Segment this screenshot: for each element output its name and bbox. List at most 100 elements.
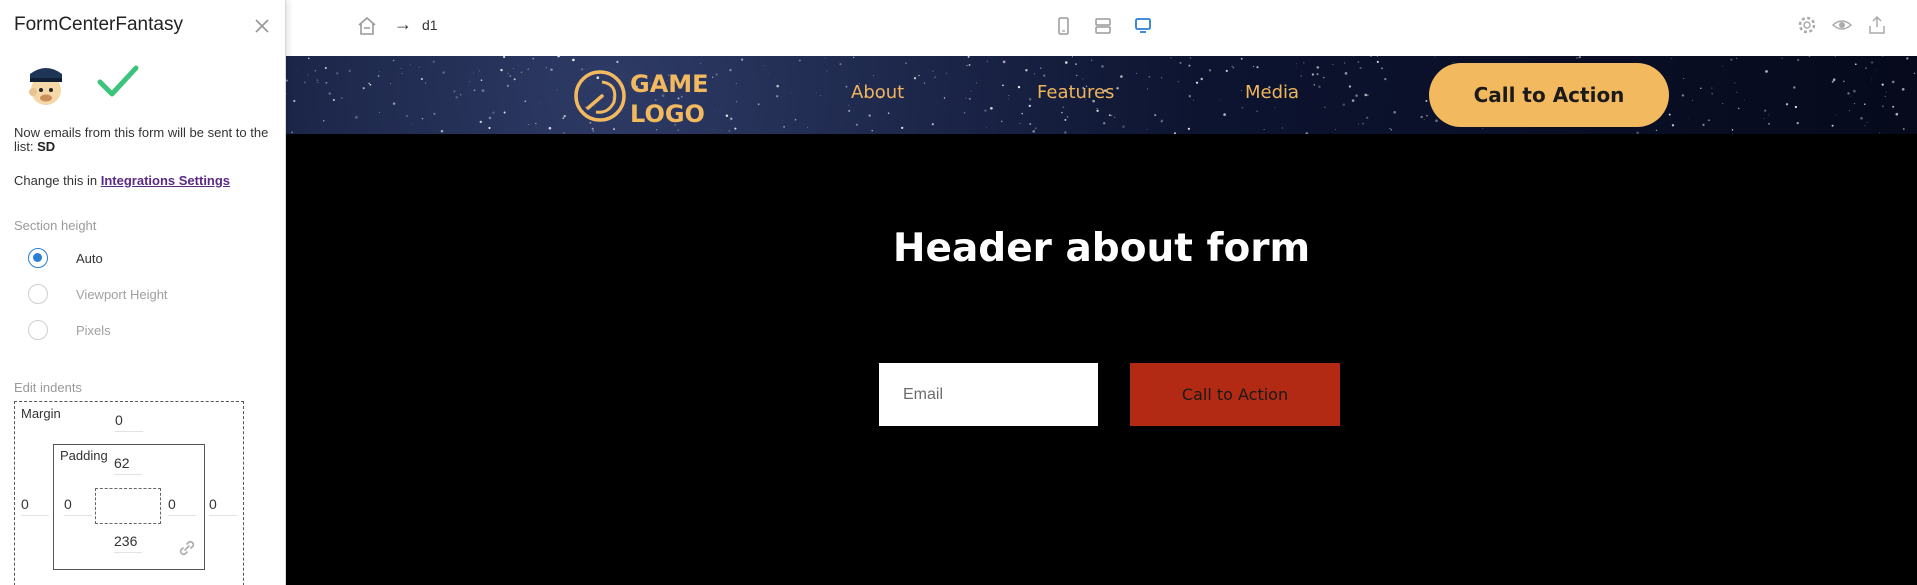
star: [500, 68, 503, 72]
star: [1240, 57, 1243, 60]
star: [1355, 94, 1358, 97]
margin-left-field[interactable]: 0: [21, 496, 49, 516]
padding-right-field[interactable]: 0: [168, 496, 196, 516]
nav-features[interactable]: Features: [1037, 82, 1114, 103]
star: [1671, 58, 1673, 59]
star: [736, 101, 738, 103]
phone-icon[interactable]: [1052, 15, 1074, 37]
change-integration-text: Change this in Integrations Settings: [14, 173, 230, 188]
game-logo[interactable]: GAME LOGO: [572, 62, 722, 128]
star: [1324, 106, 1326, 108]
star: [1300, 75, 1302, 77]
radio-button[interactable]: [28, 320, 48, 340]
star: [592, 130, 594, 132]
radio-pixels[interactable]: Pixels: [28, 318, 111, 342]
star: [506, 84, 510, 88]
star: [1332, 63, 1334, 65]
star: [1343, 62, 1346, 64]
star: [1808, 56, 1811, 57]
star: [286, 93, 287, 95]
publish-icon[interactable]: [1866, 14, 1888, 36]
star: [1831, 80, 1834, 83]
star: [1002, 60, 1006, 64]
radio-button[interactable]: [28, 248, 48, 268]
star: [418, 66, 420, 68]
star: [1219, 99, 1220, 101]
star: [1362, 123, 1364, 125]
star: [1335, 128, 1336, 130]
star: [1875, 69, 1877, 71]
star: [1860, 116, 1863, 120]
star: [1034, 73, 1036, 75]
star: [1730, 58, 1733, 61]
star: [815, 92, 817, 94]
close-icon[interactable]: [252, 16, 272, 36]
star: [1731, 129, 1734, 131]
star: [968, 64, 971, 66]
star: [379, 71, 380, 73]
radio-auto[interactable]: Auto: [28, 246, 103, 270]
home-icon[interactable]: [356, 15, 378, 37]
radio-button[interactable]: [28, 284, 48, 304]
form-section: Header about form Call to Action: [286, 134, 1917, 585]
star: [1364, 93, 1367, 97]
star: [562, 117, 565, 120]
integrations-settings-link[interactable]: Integrations Settings: [101, 173, 230, 188]
star: [1871, 81, 1873, 82]
star: [1311, 73, 1315, 76]
star: [1683, 78, 1685, 80]
star: [1389, 128, 1391, 129]
margin-top-field[interactable]: 0: [115, 412, 143, 432]
padding-left-field[interactable]: 0: [64, 496, 92, 516]
nav-about[interactable]: About: [851, 82, 904, 103]
star: [1193, 99, 1194, 101]
nav-call-to-action-button[interactable]: Call to Action: [1429, 63, 1669, 127]
tablet-icon[interactable]: [1092, 15, 1114, 37]
star: [1655, 129, 1658, 132]
star: [548, 126, 552, 130]
star: [317, 82, 319, 83]
padding-top-field[interactable]: 62: [114, 455, 142, 475]
star: [1062, 106, 1065, 109]
star: [340, 96, 343, 99]
star: [873, 74, 875, 77]
preview-eye-icon[interactable]: [1831, 14, 1853, 36]
star: [1832, 78, 1836, 81]
star: [392, 102, 396, 105]
desktop-icon[interactable]: [1132, 15, 1154, 37]
settings-icon[interactable]: [1796, 14, 1818, 36]
star: [328, 92, 331, 95]
star: [1881, 83, 1884, 86]
star: [1794, 105, 1798, 109]
star: [425, 82, 427, 84]
breadcrumb[interactable]: d1: [422, 17, 438, 33]
edit-indents-label: Edit indents: [14, 380, 82, 395]
form-call-to-action-button[interactable]: Call to Action: [1130, 363, 1340, 426]
star: [1034, 127, 1037, 130]
logo-text-logo: LOGO: [630, 100, 705, 128]
star: [389, 83, 392, 85]
link-icon[interactable]: [176, 537, 198, 559]
star: [293, 99, 296, 103]
star: [1768, 122, 1770, 125]
star: [943, 97, 946, 99]
star: [440, 129, 444, 133]
nav-media[interactable]: Media: [1245, 82, 1299, 103]
star: [970, 90, 972, 92]
star: [377, 75, 380, 77]
margin-right-field[interactable]: 0: [209, 496, 237, 516]
star: [1702, 123, 1705, 126]
padding-bottom-field[interactable]: 236: [114, 533, 142, 553]
star: [572, 58, 575, 62]
star: [1075, 63, 1077, 65]
star: [1187, 127, 1191, 130]
star: [1177, 81, 1179, 83]
radio-viewport-height[interactable]: Viewport Height: [28, 282, 168, 306]
star: [967, 56, 970, 58]
email-input[interactable]: [879, 363, 1098, 426]
star: [1120, 75, 1123, 78]
star: [1708, 119, 1710, 121]
star: [1711, 87, 1713, 89]
star: [1863, 103, 1866, 106]
star: [1796, 121, 1799, 125]
